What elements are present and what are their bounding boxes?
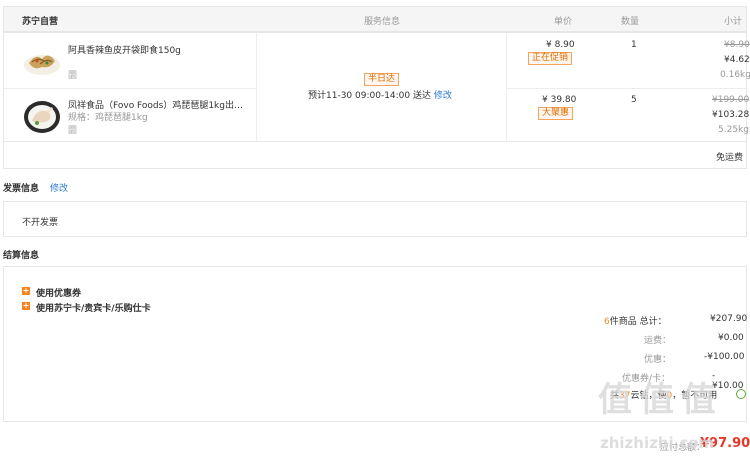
column-divider: [256, 33, 257, 143]
table-row: 阿具香辣鱼皮开袋即食150g 圜: [4, 33, 256, 88]
invoice-value: 不开发票: [22, 218, 59, 228]
watermark-site: zhizhizhi.com: [600, 434, 715, 452]
total-line: 6件商品 总计：: [604, 314, 667, 327]
product-image-fish-skin[interactable]: [22, 43, 62, 79]
invoice-modify-link[interactable]: 修改: [50, 181, 68, 194]
subtotal-col-header: 小计: [724, 17, 743, 27]
service-col-header: 服务信息: [364, 17, 401, 27]
invoice-title: 发票信息: [3, 184, 40, 194]
info-icon[interactable]: [736, 389, 746, 399]
settle-title: 结算信息: [3, 251, 40, 261]
invoice-box: 不开发票: [3, 201, 747, 237]
expand-plus-icon[interactable]: +: [22, 302, 30, 310]
card-toggle[interactable]: 使用苏宁卡/贵宾卡/乐购仕卡: [36, 301, 151, 314]
weight: 5.25kg: [718, 125, 749, 135]
original-subtotal: ¥199.00: [712, 95, 750, 105]
quantity[interactable]: 5: [631, 95, 637, 105]
table-row: 凤祥食品（Fovo Foods）鸡琵琶腿1kg出… 规格：鸡琵琶腿1kg 圜: [4, 89, 256, 143]
expand-plus-icon[interactable]: +: [22, 287, 30, 295]
total-label: 件商品 总计：: [609, 317, 667, 327]
coupon-toggle[interactable]: 使用优惠券: [36, 286, 81, 299]
unit-price: ¥ 8.90: [546, 40, 575, 50]
promo-badge: 正在促销: [528, 52, 573, 65]
product-service-tag: 圜: [68, 71, 78, 81]
price-col-header: 单价: [554, 17, 573, 27]
delivery-info: 预计11-30 09:00-14:00 送达 修改: [308, 88, 452, 101]
free-shipping-label: 免运费: [716, 153, 744, 163]
product-list: 阿具香辣鱼皮开袋即食150g 圜 凤祥食品（Fovo Foods）鸡琵琶腿1kg…: [3, 32, 750, 143]
final-subtotal: ¥4.62: [724, 55, 750, 65]
unit-price: ¥ 39.80: [542, 95, 577, 105]
promo-badge: 大聚惠: [538, 107, 574, 120]
delivery-badge: 半日达: [364, 73, 400, 86]
weight: 0.16kg: [720, 70, 750, 80]
freight-value: ¥0.00: [718, 333, 744, 343]
qty-col-header: 数量: [621, 17, 640, 27]
product-image-chicken[interactable]: [22, 97, 62, 135]
freight-label: 运费：: [644, 336, 672, 346]
final-subtotal: ¥103.28: [712, 110, 750, 120]
quantity[interactable]: 1: [631, 40, 637, 50]
discount-label: 优惠：: [644, 355, 672, 365]
shipping-row: 免运费: [3, 142, 747, 169]
original-subtotal: ¥8.90: [724, 40, 750, 50]
delivery-modify-link[interactable]: 修改: [434, 91, 452, 101]
discount-value: -¥100.00: [704, 352, 745, 362]
product-service-tag: 圜: [68, 126, 78, 136]
delivery-time: 预计11-30 09:00-14:00 送达: [308, 91, 431, 101]
store-label: 苏宁自营: [22, 17, 59, 27]
total-value: ¥207.90: [710, 314, 748, 324]
watermark-logo: 值 值 值: [598, 380, 716, 420]
product-spec: 规格：鸡琵琶腿1kg: [68, 113, 148, 123]
product-name[interactable]: 阿具香辣鱼皮开袋即食150g: [68, 43, 181, 56]
cart-table-header: 苏宁自营 服务信息 单价 数量 小计: [3, 6, 747, 32]
row-divider: [506, 88, 748, 89]
